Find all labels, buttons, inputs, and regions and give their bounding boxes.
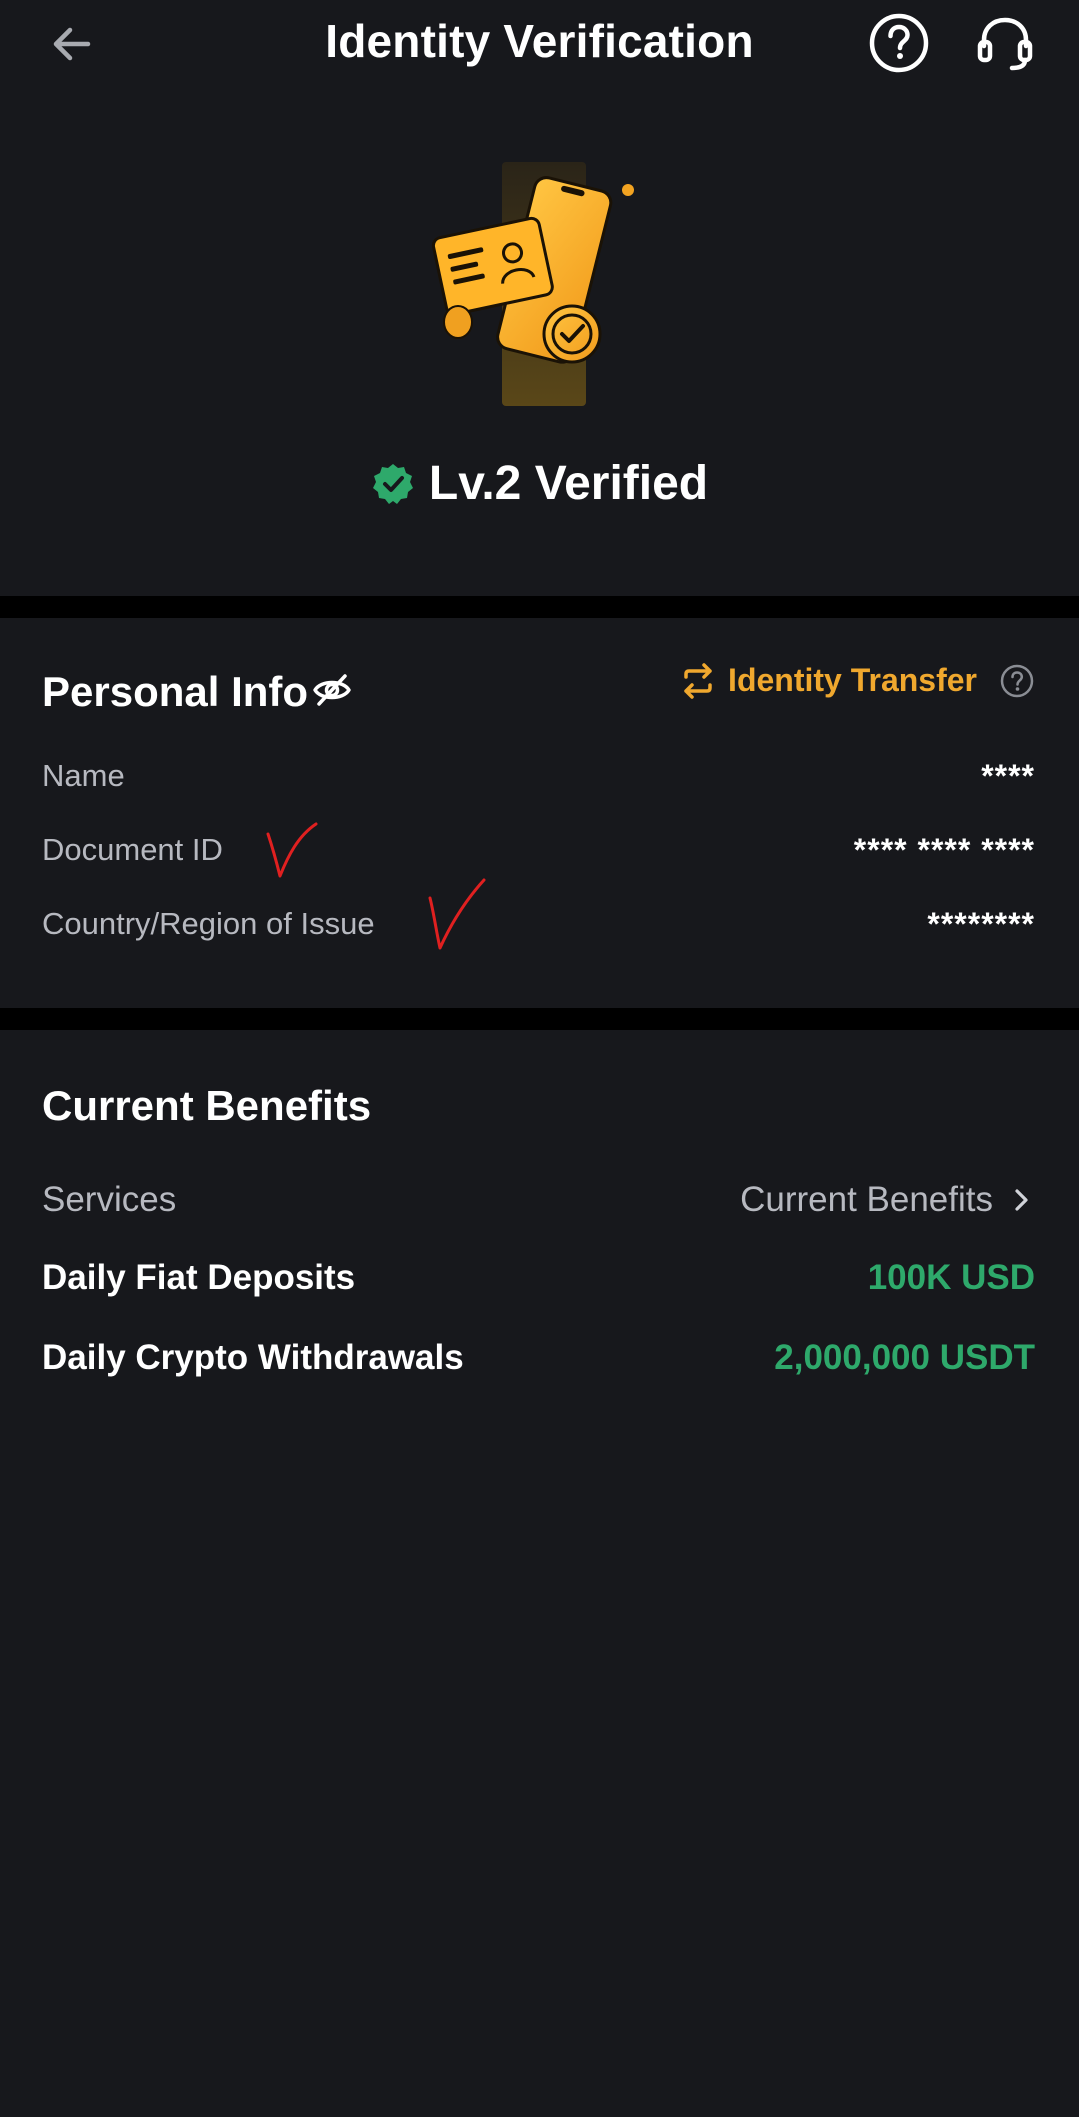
verified-badge-icon xyxy=(372,463,413,504)
section-title: Personal Info xyxy=(42,668,309,715)
info-row-name: Name **** xyxy=(42,754,1035,798)
benefit-value: 100K USD xyxy=(867,1258,1035,1297)
services-row: Services Current Benefits xyxy=(42,1174,1035,1226)
section-divider xyxy=(0,596,1079,618)
benefit-label: Daily Crypto Withdrawals xyxy=(42,1338,464,1377)
current-benefits-link-label: Current Benefits xyxy=(740,1180,993,1219)
benefit-row-fiat-deposits: Daily Fiat Deposits 100K USD xyxy=(42,1252,1035,1304)
row-value: ******** xyxy=(927,905,1035,942)
row-value: **** xyxy=(981,757,1035,794)
personal-info-section: Personal Info Identity Transfer Name ***… xyxy=(0,618,1079,1008)
info-row-country: Country/Region of Issue ******** xyxy=(42,902,1035,946)
chevron-right-icon xyxy=(1015,1189,1028,1211)
identity-verification-screen: Identity Verification Lv.2 Verified Pers… xyxy=(0,0,1079,2117)
row-label: Name xyxy=(42,758,125,793)
current-benefits-section: Current Benefits Services Current Benefi… xyxy=(0,1030,1079,1430)
services-label: Services xyxy=(42,1180,177,1219)
eye-off-icon[interactable] xyxy=(312,670,352,710)
info-row-document-id: Document ID **** **** **** xyxy=(42,828,1035,872)
top-bar: Identity Verification xyxy=(0,0,1079,86)
customer-support-button[interactable] xyxy=(972,10,1038,76)
swap-arrows-icon xyxy=(684,662,712,699)
identity-transfer-link[interactable]: Identity Transfer xyxy=(680,662,1035,699)
verification-level: Lv.2 Verified xyxy=(428,457,709,510)
verification-status: Lv.2 Verified xyxy=(0,456,1079,511)
phone-id-card-icon xyxy=(431,162,634,406)
section-title: Current Benefits xyxy=(42,1082,372,1129)
hand-drawn-check-icon xyxy=(428,878,486,950)
benefit-row-crypto-withdrawals: Daily Crypto Withdrawals 2,000,000 USDT xyxy=(42,1332,1035,1384)
section-divider xyxy=(0,1008,1079,1030)
benefit-label: Daily Fiat Deposits xyxy=(42,1258,356,1297)
question-circle-icon xyxy=(869,13,929,73)
row-label: Country/Region of Issue xyxy=(42,906,375,941)
benefit-value: 2,000,000 USDT xyxy=(774,1338,1035,1377)
headset-icon xyxy=(977,17,1033,71)
question-circle-icon[interactable] xyxy=(999,663,1035,699)
verification-status-panel: Lv.2 Verified xyxy=(0,86,1079,596)
row-value: **** **** **** xyxy=(853,831,1035,868)
row-label: Document ID xyxy=(42,832,223,867)
identity-transfer-label: Identity Transfer xyxy=(728,662,977,698)
help-button[interactable] xyxy=(866,10,932,76)
current-benefits-link[interactable]: Current Benefits xyxy=(740,1180,1035,1220)
hand-drawn-check-icon xyxy=(266,822,318,878)
